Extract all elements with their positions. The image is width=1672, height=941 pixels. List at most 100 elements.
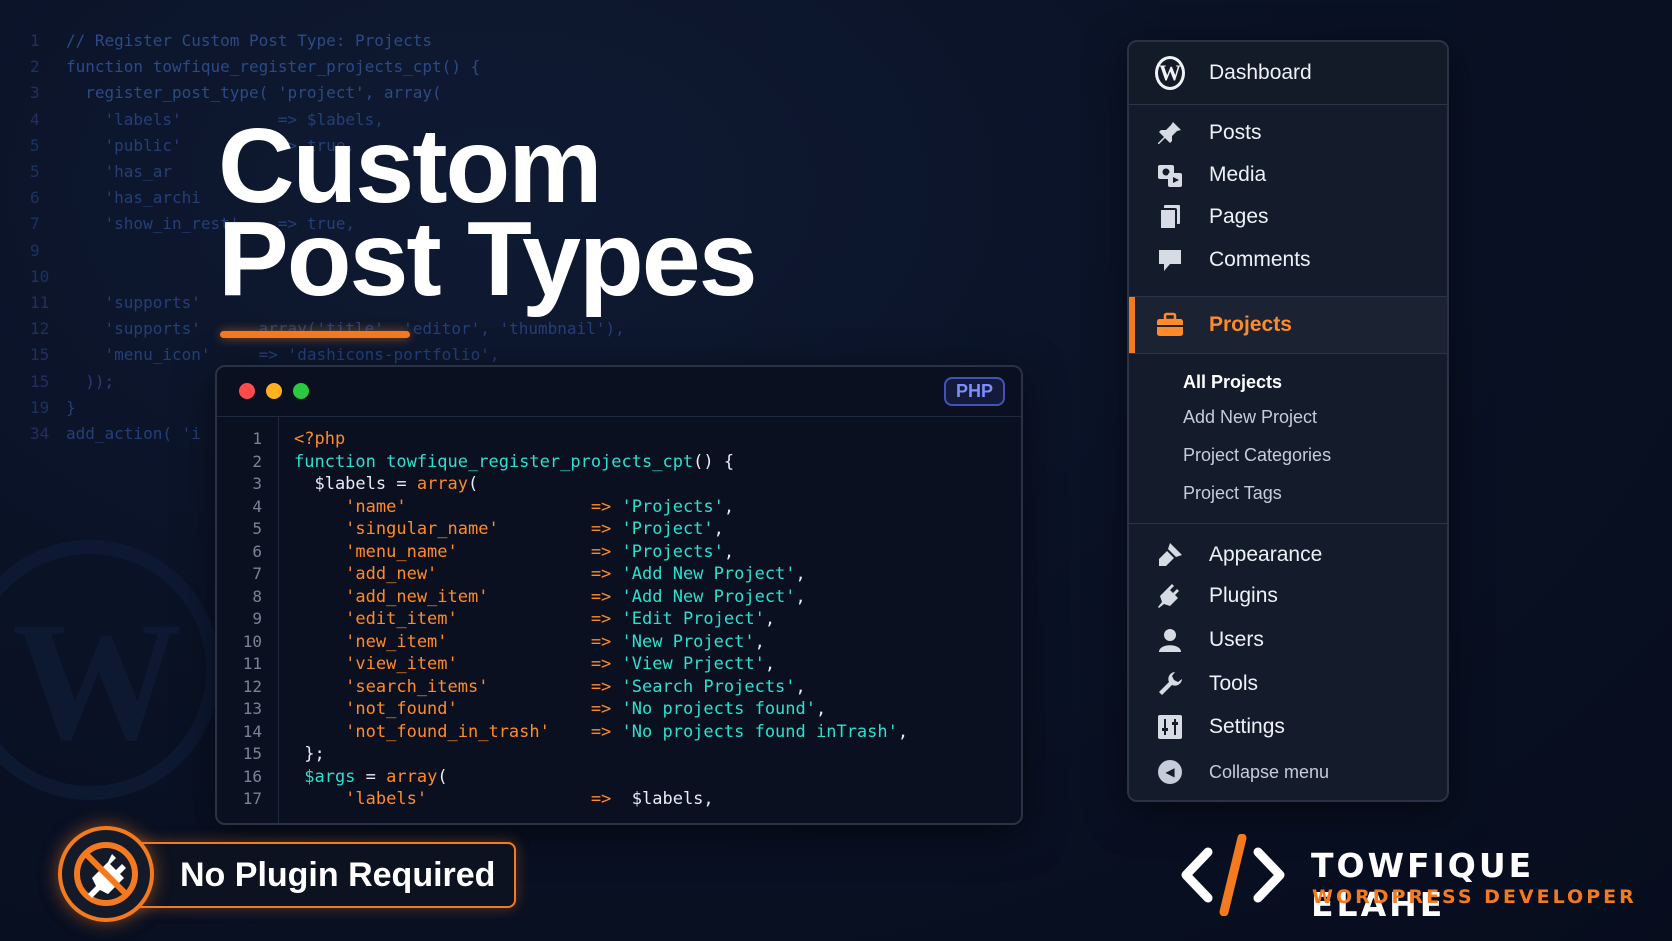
line-number: 16 <box>242 766 262 786</box>
code-token: => <box>590 586 622 607</box>
submenu-all-projects[interactable]: All Projects <box>1183 372 1282 393</box>
menu-item-comments[interactable]: Comments <box>1129 239 1447 281</box>
comment-icon <box>1155 245 1185 275</box>
code-token: = <box>355 766 387 787</box>
background-code-line: 3 register_post_type( 'project', array( <box>30 80 625 106</box>
line-number: 7 <box>252 564 262 583</box>
code-token: 'search_items' <box>294 676 591 697</box>
code-brackets-logo-icon <box>1178 833 1288 921</box>
line-number: 1 <box>252 429 262 448</box>
close-dot[interactable] <box>239 383 255 399</box>
background-line-number: 3 <box>30 83 40 103</box>
menu-divider <box>1129 104 1447 105</box>
line-number: 17 <box>242 789 262 808</box>
user-icon <box>1155 625 1185 655</box>
code-token: 'No projects found' <box>621 699 816 719</box>
menu-item-media[interactable]: Media <box>1129 154 1447 196</box>
code-token: 'menu_name' <box>294 541 591 562</box>
line-number: 15 <box>242 744 262 763</box>
menu-label: Posts <box>1209 121 1262 144</box>
code-token: => <box>590 789 622 809</box>
menu-label: Dashboard <box>1209 61 1312 84</box>
line-number: 6 <box>252 541 262 561</box>
code-line: <?php <box>294 428 908 451</box>
headline: Custom Post Types <box>218 113 758 318</box>
background-line-number: 5 <box>30 135 40 155</box>
code-token: , <box>816 699 827 719</box>
code-token: => <box>590 496 622 517</box>
line-number: 14 <box>242 721 262 741</box>
background-code-text: // Register Custom Post Type: Projects <box>66 31 433 50</box>
menu-item-users[interactable]: Users <box>1129 619 1447 661</box>
menu-item-appearance[interactable]: Appearance <box>1129 534 1447 576</box>
menu-divider <box>1129 523 1447 524</box>
collapse-menu-button[interactable]: ◀ Collapse menu <box>1129 751 1447 793</box>
code-token: ( <box>437 766 448 787</box>
menu-item-plugins[interactable]: Plugins <box>1129 575 1447 617</box>
menu-label: Settings <box>1209 715 1285 738</box>
headline-underline <box>220 331 410 338</box>
code-token: 'Search Projects' <box>621 676 796 697</box>
background-code-line: 12 'supports' array('title', 'editor', '… <box>30 316 625 342</box>
code-token: 'add_new' <box>294 564 591 584</box>
pages-icon <box>1155 202 1185 232</box>
background-line-number: 1 <box>30 31 40 50</box>
background-line-number: 15 <box>30 345 50 365</box>
background-wordpress-watermark <box>0 540 220 800</box>
line-number: 13 <box>242 699 262 718</box>
background-line-number: 4 <box>30 109 40 129</box>
code-token: , <box>713 519 724 539</box>
wordpress-logo-icon: W <box>1155 56 1185 90</box>
submenu-project-categories[interactable]: Project Categories <box>1183 445 1331 466</box>
background-line-number: 9 <box>30 240 40 260</box>
background-code-text: 'has_archi <box>66 188 201 208</box>
background-code-line: 1 // Register Custom Post Type: Projects <box>30 28 625 54</box>
code-token: () { <box>693 451 735 472</box>
menu-label: Tools <box>1209 672 1259 695</box>
background-code-text: add_action( 'i <box>66 424 201 444</box>
menu-item-projects[interactable]: Projects <box>1129 297 1447 353</box>
code-line: 'edit_item' => 'Edit Project', <box>294 608 908 631</box>
menu-item-tools[interactable]: Tools <box>1129 663 1447 705</box>
submenu-add-new-project[interactable]: Add New Project <box>1183 407 1317 428</box>
background-line-number: 10 <box>30 266 50 286</box>
code-token: 'edit_item' <box>294 609 591 629</box>
background-line-number: 7 <box>30 214 40 234</box>
code-line: 'not_found' => 'No projects found', <box>294 698 908 721</box>
menu-item-posts[interactable]: Posts <box>1129 112 1447 154</box>
menu-item-pages[interactable]: Pages <box>1129 196 1447 238</box>
code-token: 'not_found' <box>294 699 591 719</box>
admin-sidebar-menu: W Dashboard Posts Media Pages Comments P… <box>1127 40 1449 802</box>
editor-titlebar: PHP <box>217 367 1021 417</box>
pushpin-icon <box>1155 118 1185 148</box>
code-token: }; <box>294 744 325 764</box>
code-token: , <box>723 496 735 517</box>
badge-text: No Plugin Required <box>180 856 496 894</box>
minimize-dot[interactable] <box>266 383 282 399</box>
code-token: towfique_register_projects_cpt <box>386 451 694 472</box>
line-number: 12 <box>242 676 262 696</box>
no-plugin-badge: No Plugin Required <box>58 822 516 922</box>
code-token: array <box>416 474 469 494</box>
code-token: 'name' <box>294 496 591 517</box>
code-token: 'Project' <box>621 519 714 539</box>
headline-line-2: Post Types <box>218 200 758 318</box>
background-line-number: 19 <box>30 397 50 417</box>
line-number: 5 <box>252 519 262 538</box>
code-token: 'view_item' <box>294 654 591 674</box>
code-token: $args <box>294 766 356 787</box>
maximize-dot[interactable] <box>293 383 309 399</box>
submenu-project-tags[interactable]: Project Tags <box>1183 483 1282 504</box>
menu-item-settings[interactable]: Settings <box>1129 706 1447 748</box>
code-line: 'search_items' => 'Search Projects', <box>294 676 908 699</box>
code-token: 'Add New Project' <box>621 564 796 584</box>
code-line: 'singular_name' => 'Project', <box>294 518 908 541</box>
menu-label: Appearance <box>1209 543 1323 566</box>
background-code-text: function towfique_register_projects_cpt(… <box>66 57 481 77</box>
line-number: 8 <box>252 586 262 606</box>
code-token: , <box>795 586 806 607</box>
code-token: 'Projects' <box>621 496 724 517</box>
menu-item-dashboard[interactable]: W Dashboard <box>1129 42 1447 104</box>
collapse-arrow-icon: ◀ <box>1155 757 1185 787</box>
code-token: => <box>590 564 622 584</box>
